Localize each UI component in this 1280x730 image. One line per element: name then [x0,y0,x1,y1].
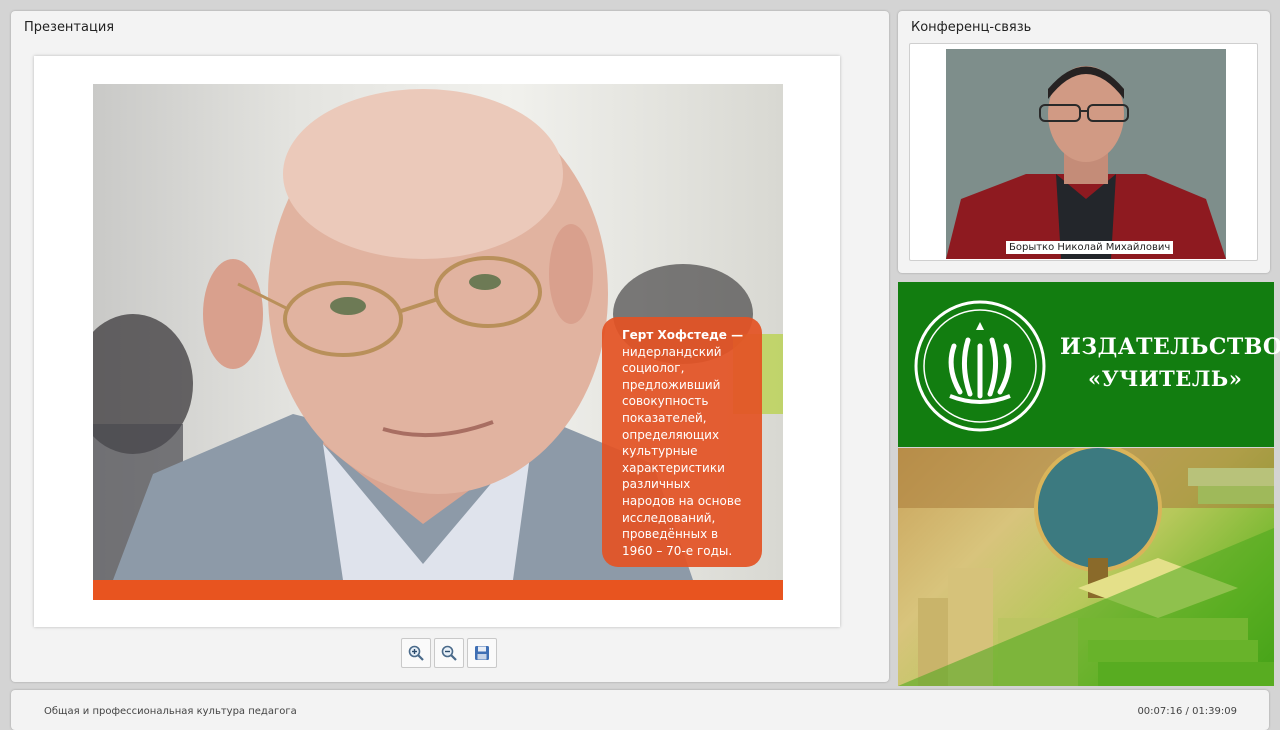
caption-line: характеристики [622,460,725,475]
conference-panel: Конференц-связь Борытко Николай Михайлов… [898,11,1270,273]
caption-line: определяющих [622,427,720,442]
conference-title: Конференц-связь [911,20,1032,35]
caption-box: Герт Хофстеде — нидерландский социолог, … [602,317,762,567]
save-icon [475,646,489,660]
caption-line: 1960 – 70-е годы. [622,543,733,558]
bottom-bar: Общая и профессиональная культура педаго… [11,690,1269,730]
publisher-name-secondary: «УЧИТЕЛЬ» [1088,366,1243,391]
slide-toolbar [401,638,497,668]
caption-line: культурные [622,444,698,459]
speaker-name-label: Борытко Николай Михайлович [1006,241,1174,254]
slide: Герт Хофстеде — нидерландский социолог, … [34,56,840,627]
zoom-in-button[interactable] [401,638,431,668]
presentation-panel: Презентация Герт Хофстеде — нидерландски… [11,11,889,682]
caption-line: социолог, [622,361,685,376]
speaker-illustration [946,49,1226,259]
zoom-in-icon [408,645,424,661]
save-button[interactable] [467,638,497,668]
caption-name: Герт Хофстеде — [622,328,744,342]
publisher-logo-icon [914,300,1046,432]
video-frame: Борытко Николай Михайлович [909,43,1258,261]
publisher-name: ИЗДАТЕЛЬСТВО [1060,334,1280,360]
publisher-banner: ИЗДАТЕЛЬСТВО «УЧИТЕЛЬ» [898,282,1280,447]
caption-line: предложивший [622,377,721,392]
caption-line: исследований, [622,510,716,525]
caption-line: проведённых в [622,527,719,542]
course-title: Общая и профессиональная культура педаго… [44,706,297,717]
caption-line: показателей, [622,410,707,425]
caption-line: нидерландский [622,344,722,359]
caption-line: совокупность [622,394,709,409]
slide-photo: Герт Хофстеде — нидерландский социолог, … [93,84,783,580]
publisher-books-image [898,448,1274,686]
slide-accent-bar [93,580,783,600]
time-readout: 00:07:16 / 01:39:09 [1137,706,1237,717]
zoom-out-button[interactable] [434,638,464,668]
caption-line: народов на основе [622,493,742,508]
books-globe-illustration [898,448,1274,686]
presentation-title: Презентация [24,20,115,35]
speaker-video[interactable]: Борытко Николай Михайлович [946,49,1226,259]
caption-line: различных [622,477,691,492]
zoom-out-icon [441,645,457,661]
